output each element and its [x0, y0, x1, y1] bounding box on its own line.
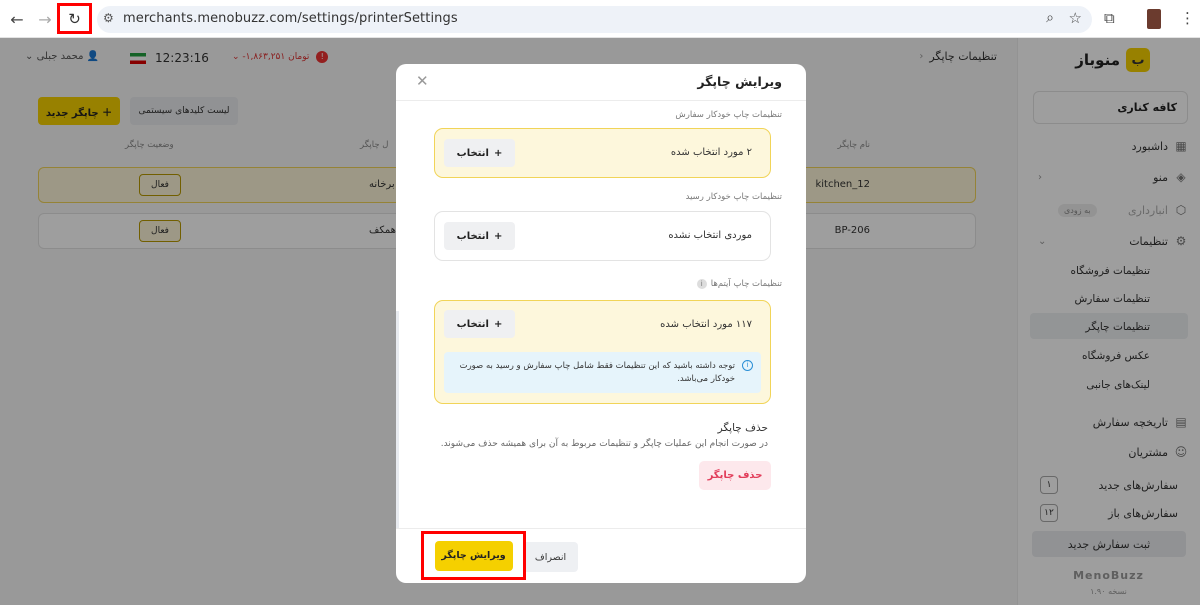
- address-bar[interactable]: ⚙ merchants.menobuzz.com/settings/printe…: [97, 6, 1092, 33]
- delete-printer-button[interactable]: حذف چاپگر: [699, 461, 771, 490]
- item-print-label-text: تنظیمات چاپ آیتم‌ها: [710, 279, 782, 289]
- item-print-value: ۱۱۷ مورد انتخاب شده: [660, 319, 752, 330]
- delete-section-description: در صورت انجام این عملیات چاپگر و تنظیمات…: [440, 439, 768, 449]
- browser-toolbar: ← → ↻ ⚙ merchants.menobuzz.com/settings/…: [0, 0, 1200, 38]
- info-icon[interactable]: i: [696, 279, 707, 289]
- zoom-icon[interactable]: ⌕: [1046, 10, 1054, 26]
- bookmark-star-icon[interactable]: ☆: [1069, 9, 1082, 27]
- edit-printer-modal: ویرایش چاپگر ✕ تنظیمات چاپ خودکار سفارش …: [396, 64, 806, 583]
- profile-avatar[interactable]: [1147, 9, 1161, 29]
- modal-title: ویرایش چاپگر: [697, 74, 782, 89]
- modal-footer: انصراف ویرایش چاپگر: [396, 528, 806, 583]
- submit-highlight: ویرایش چاپگر: [421, 531, 526, 580]
- select-button-label: انتخاب: [456, 318, 489, 330]
- delete-section-title: حذف چاپگر: [717, 422, 768, 434]
- select-button-label: انتخاب: [456, 230, 489, 242]
- info-notice: i توجه داشته باشید که این تنظیمات فقط شا…: [444, 352, 761, 393]
- modal-body: تنظیمات چاپ خودکار سفارش ۲ مورد انتخاب ش…: [396, 101, 806, 528]
- item-print-select-box: ۱۱۷ مورد انتخاب شده + انتخاب i توجه داشت…: [434, 300, 771, 404]
- plus-icon: +: [493, 147, 503, 159]
- browser-menu-icon[interactable]: ⋮: [1180, 9, 1195, 27]
- auto-order-value: ۲ مورد انتخاب شده: [670, 147, 752, 158]
- modal-header: ویرایش چاپگر ✕: [396, 64, 806, 101]
- notice-text: توجه داشته باشید که این تنظیمات فقط شامل…: [459, 361, 735, 384]
- close-icon[interactable]: ✕: [416, 72, 429, 90]
- auto-receipt-select-button[interactable]: + انتخاب: [444, 222, 515, 250]
- auto-order-label: تنظیمات چاپ خودکار سفارش: [675, 110, 782, 120]
- reload-button[interactable]: ↻: [57, 3, 92, 34]
- select-button-label: انتخاب: [456, 147, 489, 159]
- auto-receipt-value: موردی انتخاب نشده: [668, 230, 752, 241]
- plus-icon: +: [493, 318, 503, 330]
- modal-scrollbar[interactable]: [396, 311, 399, 528]
- cancel-button[interactable]: انصراف: [523, 542, 578, 572]
- auto-receipt-select-box: موردی انتخاب نشده + انتخاب: [434, 211, 771, 261]
- forward-arrow-icon[interactable]: →: [34, 8, 56, 30]
- plus-icon: +: [493, 230, 503, 242]
- item-print-label: تنظیمات چاپ آیتم‌ها i: [696, 279, 782, 289]
- url-text[interactable]: merchants.menobuzz.com/settings/printerS…: [123, 11, 458, 26]
- extensions-icon[interactable]: ⧉: [1104, 9, 1115, 27]
- site-settings-icon[interactable]: ⚙: [103, 11, 114, 25]
- back-arrow-icon[interactable]: ←: [6, 8, 28, 30]
- info-circle-icon: i: [742, 360, 753, 371]
- item-print-select-button[interactable]: + انتخاب: [444, 310, 515, 338]
- edit-printer-submit-button[interactable]: ویرایش چاپگر: [434, 540, 513, 571]
- auto-receipt-label: تنظیمات چاپ خودکار رسید: [685, 192, 782, 202]
- auto-order-select-box: ۲ مورد انتخاب شده + انتخاب: [434, 128, 771, 178]
- auto-order-select-button[interactable]: + انتخاب: [444, 139, 515, 167]
- reload-icon: ↻: [68, 9, 81, 28]
